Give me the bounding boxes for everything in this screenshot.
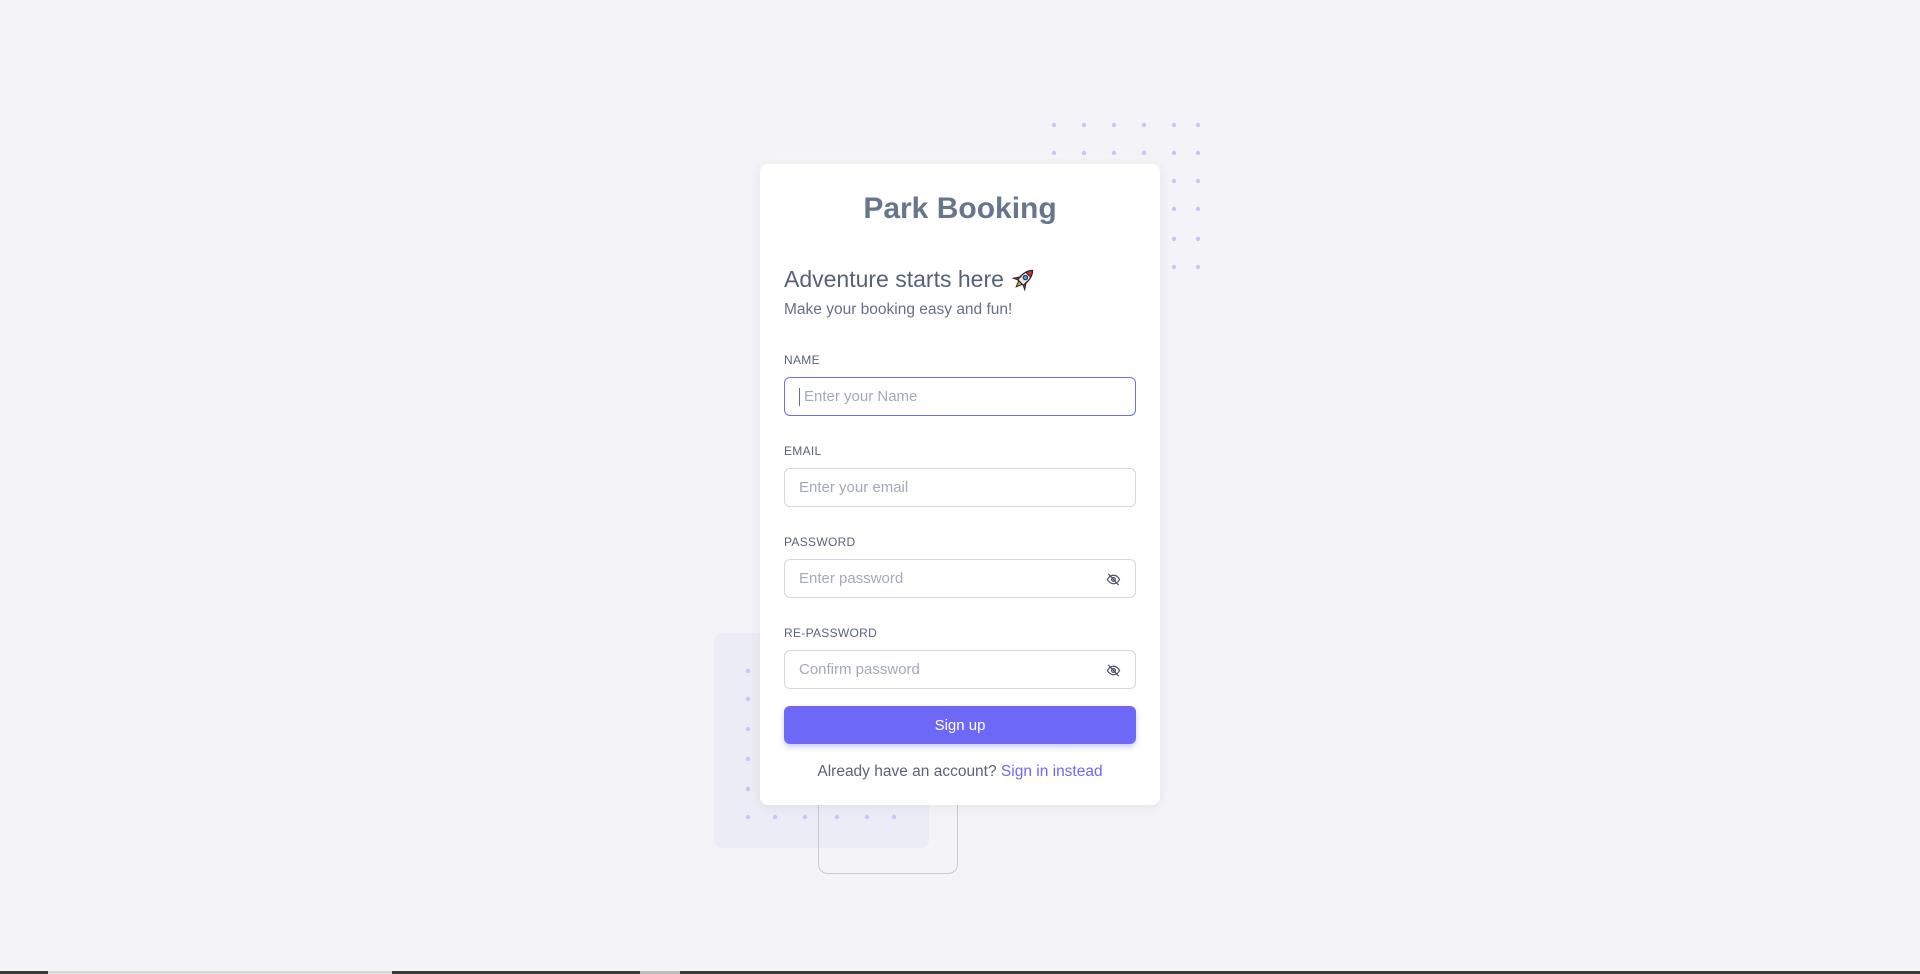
email-label: EMAIL — [784, 444, 822, 458]
repassword-input[interactable] — [785, 651, 1135, 688]
signin-prompt-text: Already have an account? — [817, 763, 997, 780]
name-field-group: NAME — [784, 352, 1136, 416]
heading-text: Adventure starts here — [784, 266, 1004, 292]
signin-link[interactable]: Sign in instead — [1001, 763, 1103, 780]
name-label: NAME — [784, 353, 820, 367]
signup-card: Park Booking Adventure starts here Make … — [760, 164, 1160, 805]
rocket-icon — [1011, 269, 1033, 292]
eye-off-icon[interactable] — [1106, 572, 1121, 587]
password-label: PASSWORD — [784, 535, 856, 549]
email-input-wrapper — [784, 468, 1136, 507]
password-field-group: PASSWORD — [784, 534, 1136, 598]
email-input[interactable] — [785, 469, 1135, 506]
email-field-group: EMAIL — [784, 443, 1136, 507]
eye-off-icon[interactable] — [1106, 663, 1121, 678]
password-input[interactable] — [785, 560, 1135, 597]
name-input[interactable] — [785, 378, 1135, 415]
text-caret — [799, 388, 800, 406]
welcome-heading: Adventure starts here — [784, 263, 1136, 295]
signin-prompt: Already have an account? Sign in instead — [784, 761, 1136, 783]
subtitle: Make your booking easy and fun! — [784, 301, 1013, 318]
signup-button[interactable]: Sign up — [784, 706, 1136, 744]
repassword-field-group: RE-PASSWORD — [784, 625, 1136, 689]
brand-title: Park Booking — [863, 192, 1057, 225]
repassword-input-wrapper — [784, 650, 1136, 689]
password-input-wrapper — [784, 559, 1136, 598]
page: Park Booking Adventure starts here Make … — [0, 0, 1920, 974]
name-input-wrapper — [784, 377, 1136, 416]
repassword-label: RE-PASSWORD — [784, 626, 878, 640]
